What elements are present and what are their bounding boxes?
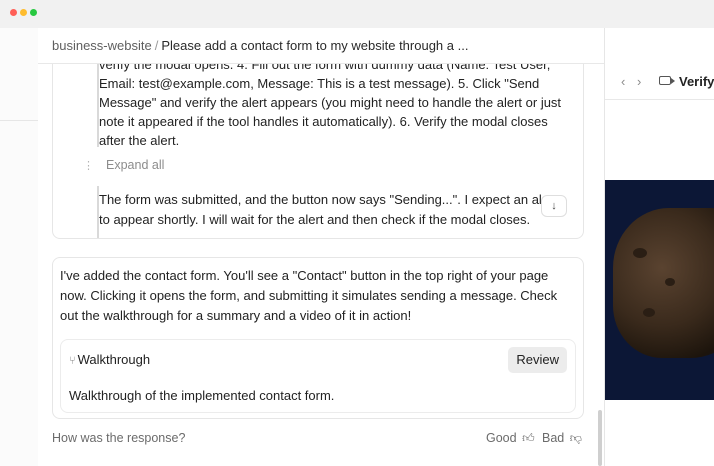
expand-all-label: Expand all (106, 158, 165, 172)
thumbs-up-icon: 👍︎ (522, 431, 535, 445)
chevron-right-icon[interactable]: › (637, 74, 641, 89)
scroll-to-bottom-button[interactable]: ↓ (541, 195, 567, 217)
expand-all-link[interactable]: ⋮ Expand all (83, 158, 164, 172)
verify-pane-title: Verify (679, 74, 714, 89)
window-titlebar (0, 0, 714, 28)
verify-pane: ‹ › Verify (604, 28, 714, 466)
verify-pane-header: ‹ › Verify (605, 28, 714, 100)
agent-steps-card: verify the modal opens. 4. Fill out the … (52, 64, 584, 239)
minimize-window-button[interactable] (20, 9, 27, 16)
good-feedback-button[interactable]: Good 👍︎ (486, 431, 535, 446)
review-button[interactable]: Review (508, 347, 567, 373)
breadcrumb-task-title: Please add a contact form to my website … (161, 38, 469, 53)
breadcrumb-project[interactable]: business-website (52, 38, 152, 53)
walkthrough-title: ⑂ Walkthrough (69, 352, 150, 367)
video-camera-icon (659, 76, 675, 85)
agent-reply-text: I've added the contact form. You'll see … (60, 268, 558, 323)
bad-label: Bad (542, 431, 565, 445)
agent-reply-card: I've added the contact form. You'll see … (52, 257, 584, 419)
thumbs-down-icon: 👎︎ (569, 431, 582, 445)
chevron-left-icon[interactable]: ‹ (621, 74, 625, 89)
walkthrough-video[interactable] (605, 180, 714, 400)
conversation-header: business-website / Please add a contact fo… (38, 28, 604, 64)
breadcrumb-separator: / (154, 38, 159, 53)
good-label: Good (486, 431, 517, 445)
feedback-question: How was the response? (52, 431, 186, 445)
chat-panel: verify the modal opens. 4. Fill out the … (38, 64, 604, 466)
chat-scrollbar[interactable] (598, 410, 602, 466)
step-instructions-text: verify the modal opens. 4. Fill out the … (99, 64, 562, 148)
sidebar-divider (0, 120, 38, 121)
arrow-down-icon: ↓ (551, 200, 557, 212)
verify-pane-toolbar-area (605, 100, 714, 180)
breadcrumb: business-website / Please add a contact fo… (52, 38, 468, 53)
walkthrough-card[interactable]: ⑂ Walkthrough Review Walkthrough of the i… (60, 339, 576, 413)
maximize-window-button[interactable] (30, 9, 37, 16)
bad-feedback-button[interactable]: Bad 👎︎ (542, 431, 582, 446)
walkthrough-description: Walkthrough of the implemented contact f… (69, 388, 335, 403)
left-sidebar-edge (0, 28, 38, 466)
agent-thought-text: The form was submitted, and the button n… (99, 192, 557, 227)
branch-icon: ⑂ (69, 355, 76, 367)
close-window-button[interactable] (10, 9, 17, 16)
vertical-dots-icon: ⋮ (83, 160, 94, 172)
walkthrough-title-label: Walkthrough (77, 352, 151, 367)
video-frame-image (613, 208, 714, 358)
